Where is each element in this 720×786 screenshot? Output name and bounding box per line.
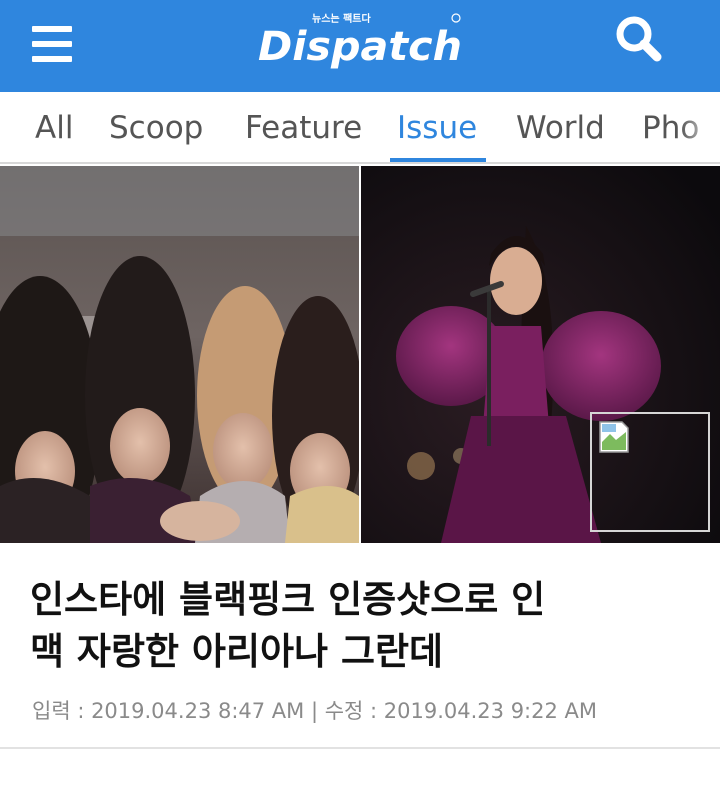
hamburger-menu-icon[interactable] [28,22,78,66]
headline-line-2: 맥 자랑한 아리아나 그란데 [30,630,444,673]
tab-world[interactable]: World [516,108,605,148]
search-icon[interactable] [604,8,674,70]
group-photo [0,166,359,543]
tab-feature[interactable]: Feature [245,108,362,148]
top-header: 뉴스는 팩트다 Dispatch [0,0,720,92]
tab-issue[interactable]: Issue [397,108,477,148]
tabs-fade-overlay [680,92,720,162]
headline-line-1: 인스타에 블랙핑크 인증샷으로 인 [30,578,546,621]
dispatch-logo[interactable]: 뉴스는 팩트다 Dispatch [254,6,470,72]
article-headline: 인스타에 블랙핑크 인증샷으로 인 맥 자랑한 아리아나 그란데 [30,574,700,678]
logo-wordmark: Dispatch [258,24,462,70]
article-dateline: 입력 : 2019.04.23 8:47 AM | 수정 : 2019.04.2… [32,699,598,723]
category-tabs: All Scoop Feature Issue World Pho [0,92,720,164]
tab-scoop[interactable]: Scoop [109,108,203,148]
section-divider [0,747,720,749]
broken-image-placeholder [590,412,710,532]
tab-all[interactable]: All [35,108,73,148]
active-tab-indicator [390,158,486,162]
broken-image-icon [599,421,629,453]
